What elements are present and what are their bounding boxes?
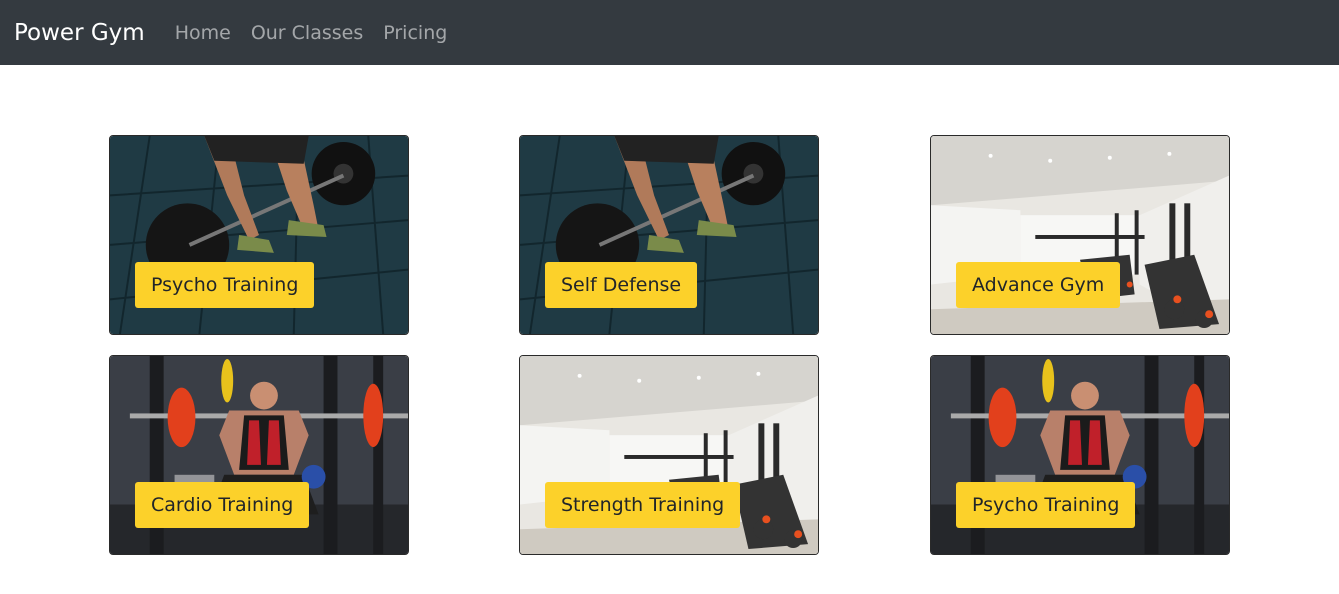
class-card[interactable]: Cardio Training	[109, 355, 409, 555]
class-title-label: Advance Gym	[956, 262, 1121, 308]
class-title-label: Cardio Training	[135, 482, 310, 528]
class-card[interactable]: Strength Training	[519, 355, 819, 555]
class-title-label: Psycho Training	[135, 262, 315, 308]
class-title-label: Self Defense	[545, 262, 698, 308]
class-card[interactable]: Advance Gym	[930, 135, 1230, 335]
class-card[interactable]: Psycho Training	[109, 135, 409, 335]
class-title-label: Strength Training	[545, 482, 741, 528]
class-card[interactable]: Psycho Training	[930, 355, 1230, 555]
class-card[interactable]: Self Defense	[519, 135, 819, 335]
class-title-label: Psycho Training	[956, 482, 1136, 528]
classes-grid: Psycho Training Self Defense Advance Gym…	[0, 0, 1339, 594]
